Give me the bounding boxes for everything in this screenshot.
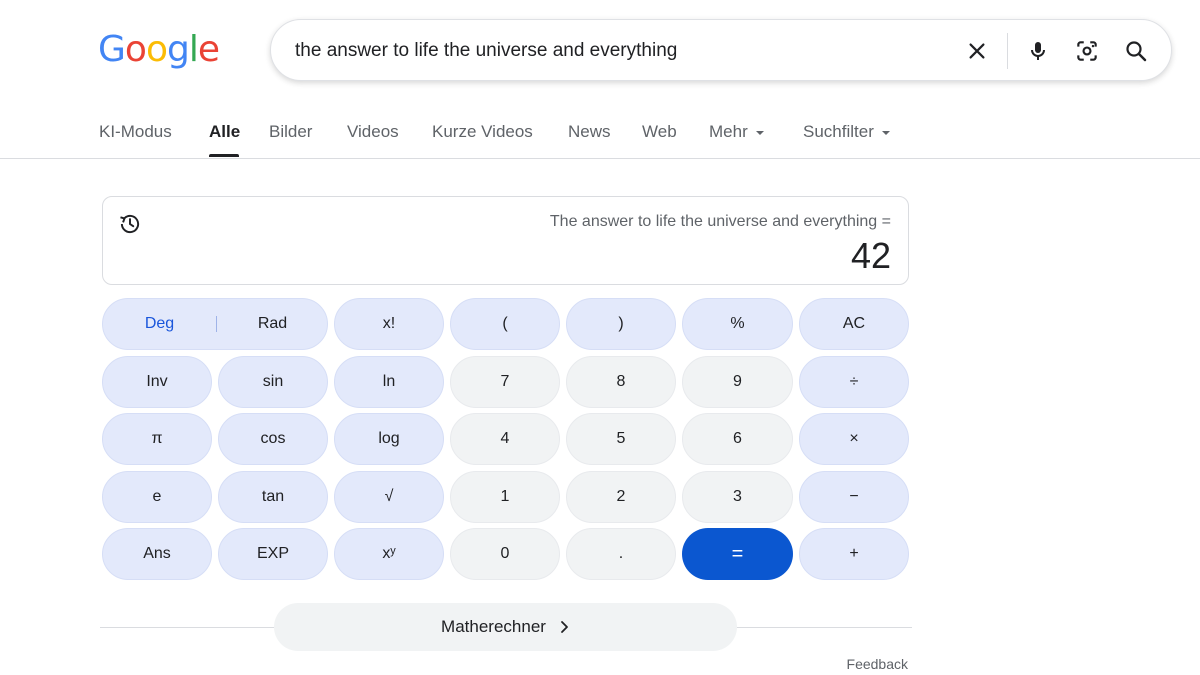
math-calculator-button[interactable]: Matherechner (274, 603, 737, 651)
divide-button[interactable]: ÷ (799, 356, 909, 408)
digit-9-button[interactable]: 9 (682, 356, 793, 408)
exponent-button[interactable]: EXP (218, 528, 328, 580)
angle-mode-toggle: Deg Rad (102, 298, 328, 350)
pi-button[interactable]: π (102, 413, 212, 465)
logo-letter: e (197, 29, 220, 70)
ln-button[interactable]: ln (334, 356, 444, 408)
header-divider (0, 158, 1200, 159)
logo-letter: o (124, 29, 147, 70)
tab-mehr-label: Mehr (709, 122, 748, 141)
math-calculator-label: Matherechner (441, 617, 546, 636)
search-divider (1007, 33, 1008, 69)
cos-button[interactable]: cos (218, 413, 328, 465)
tab-ki-modus[interactable]: KI-Modus (99, 122, 172, 142)
percent-button[interactable]: % (682, 298, 793, 350)
power-button[interactable]: xʸ (334, 528, 444, 580)
tab-alle[interactable]: Alle (209, 122, 240, 142)
calculator-display: The answer to life the universe and ever… (102, 196, 909, 285)
digit-3-button[interactable]: 3 (682, 471, 793, 523)
camera-lens-icon[interactable] (1073, 37, 1101, 65)
tab-web[interactable]: Web (642, 122, 677, 142)
tab-bilder[interactable]: Bilder (269, 122, 312, 142)
digit-8-button[interactable]: 8 (566, 356, 676, 408)
calculator-expression: The answer to life the universe and ever… (549, 213, 891, 230)
multiply-button[interactable]: × (799, 413, 909, 465)
plus-button[interactable]: + (799, 528, 909, 580)
caret-down-icon (881, 130, 890, 135)
google-logo[interactable]: Google (98, 29, 220, 70)
digit-0-button[interactable]: 0 (450, 528, 560, 580)
search-box[interactable]: the answer to life the universe and ever… (270, 19, 1172, 81)
inverse-button[interactable]: Inv (102, 356, 212, 408)
search-tabs: KI-Modus Alle Bilder Videos Kurze Videos… (0, 108, 1200, 158)
digit-1-button[interactable]: 1 (450, 471, 560, 523)
sin-button[interactable]: sin (218, 356, 328, 408)
tab-mehr[interactable]: Mehr (709, 122, 764, 142)
close-paren-button[interactable]: ) (566, 298, 676, 350)
logo-letter: G (98, 29, 126, 70)
digit-5-button[interactable]: 5 (566, 413, 676, 465)
square-root-button[interactable]: √ (334, 471, 444, 523)
equals-button[interactable]: = (682, 528, 793, 580)
search-input[interactable]: the answer to life the universe and ever… (295, 20, 677, 82)
digit-7-button[interactable]: 7 (450, 356, 560, 408)
all-clear-button[interactable]: AC (799, 298, 909, 350)
digit-4-button[interactable]: 4 (450, 413, 560, 465)
e-button[interactable]: e (102, 471, 212, 523)
logo-letter: l (188, 29, 199, 70)
history-icon[interactable] (117, 211, 143, 237)
clear-icon[interactable] (963, 37, 991, 65)
deg-button[interactable]: Deg (103, 299, 216, 349)
open-paren-button[interactable]: ( (450, 298, 560, 350)
feedback-link[interactable]: Feedback (847, 656, 908, 672)
search-icon[interactable] (1122, 37, 1150, 65)
tab-videos[interactable]: Videos (347, 122, 399, 142)
factorial-button[interactable]: x! (334, 298, 444, 350)
microphone-icon[interactable] (1024, 37, 1052, 65)
active-tab-indicator (209, 154, 239, 157)
tab-news[interactable]: News (568, 122, 611, 142)
tab-suchfilter-label: Suchfilter (803, 122, 874, 141)
logo-letter: o (145, 29, 168, 70)
decimal-point-button[interactable]: . (566, 528, 676, 580)
logo-letter: g (166, 29, 190, 70)
tab-kurze-videos[interactable]: Kurze Videos (432, 122, 533, 142)
caret-down-icon (755, 130, 764, 135)
rad-button[interactable]: Rad (216, 299, 329, 349)
chevron-right-icon (560, 620, 570, 634)
tan-button[interactable]: tan (218, 471, 328, 523)
calculator-result: 42 (850, 235, 891, 276)
tab-suchfilter[interactable]: Suchfilter (803, 122, 890, 142)
log-button[interactable]: log (334, 413, 444, 465)
digit-6-button[interactable]: 6 (682, 413, 793, 465)
minus-button[interactable]: − (799, 471, 909, 523)
answer-button[interactable]: Ans (102, 528, 212, 580)
digit-2-button[interactable]: 2 (566, 471, 676, 523)
